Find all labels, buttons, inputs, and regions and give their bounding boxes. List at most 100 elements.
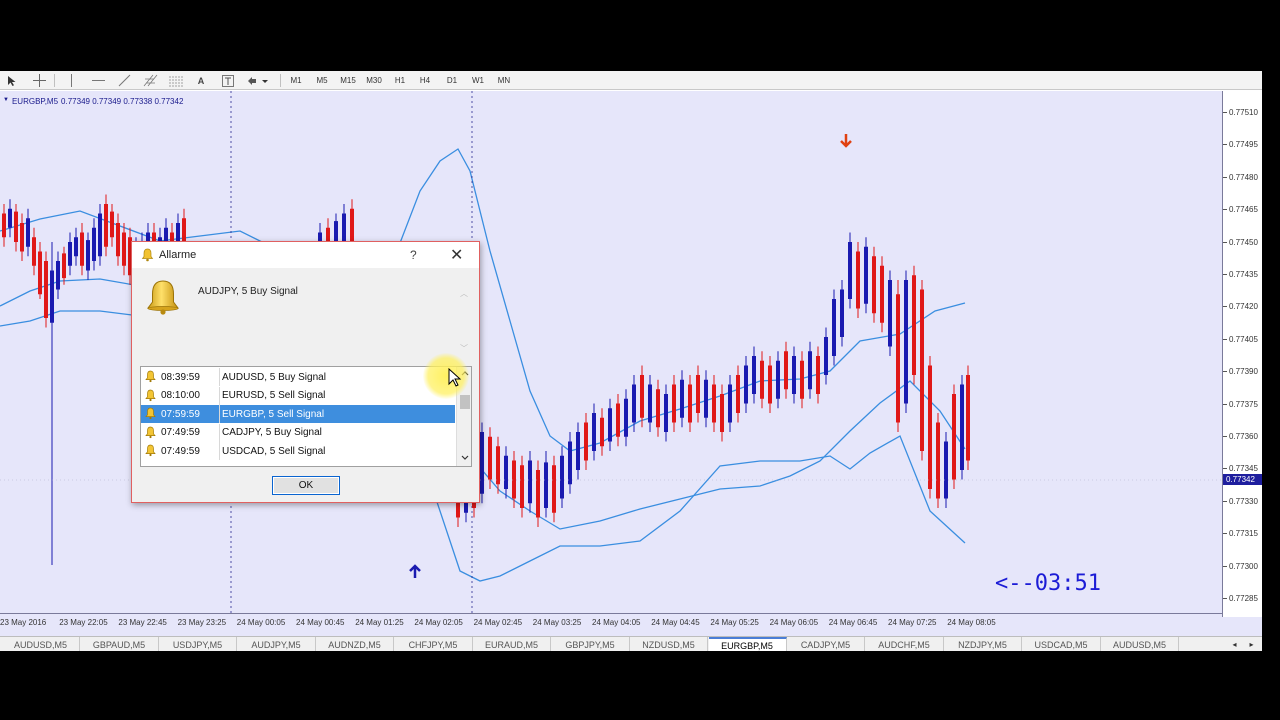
chart-symbol-label: ▼ EURGBP,M5 0.77349 0.77349 0.77338 0.77… <box>3 97 183 106</box>
alert-history-list[interactable]: 08:39:59 AUDUSD, 5 Buy Signal 08:10:00 EURU… <box>140 366 472 467</box>
bell-icon <box>145 370 156 386</box>
alert-text: USDCAD, 5 Sell Signal <box>222 445 326 457</box>
bearish-candle <box>584 413 588 470</box>
price-tick-label: 0.77375 <box>1223 400 1258 409</box>
price-tick-label: 0.77315 <box>1223 529 1258 538</box>
alert-list-row[interactable]: 07:59:59 EURGBP, 5 Sell Signal <box>141 405 455 423</box>
vertical-line-icon[interactable] <box>64 73 78 88</box>
chart-tab[interactable]: EURAUD,M5 <box>473 637 551 651</box>
price-axis[interactable]: 0.77510 0.77495 0.77480 0.77465 0.77450 0.774… <box>1222 91 1262 617</box>
chart-tab[interactable]: AUDUSD,M5 <box>1101 637 1179 651</box>
toolbar-separator <box>280 74 281 87</box>
timeframe-m15-button[interactable]: M15 <box>336 73 360 88</box>
chart-tab[interactable]: AUDJPY,M5 <box>238 637 316 651</box>
timeframe-m1-button[interactable]: M1 <box>286 73 306 88</box>
bearish-candle <box>872 246 876 323</box>
timeframe-h1-button[interactable]: H1 <box>390 73 410 88</box>
bullish-candle <box>26 208 30 257</box>
bullish-candle <box>568 432 572 494</box>
help-button[interactable]: ? <box>410 248 417 262</box>
chart-tab[interactable]: NZDUSD,M5 <box>630 637 708 651</box>
chart-tab[interactable]: CHFJPY,M5 <box>395 637 473 651</box>
buy-signal-arrow-icon <box>409 564 421 578</box>
trendline-icon[interactable] <box>116 73 132 88</box>
chart-tab[interactable]: NZDJPY,M5 <box>944 637 1022 651</box>
ok-button[interactable]: OK <box>272 476 340 495</box>
scroll-down-icon[interactable]: ﹀ <box>460 343 468 354</box>
dialog-title: Allarme <box>159 249 197 261</box>
horizontal-line-icon[interactable] <box>90 73 106 88</box>
chart-tab[interactable]: AUDNZD,M5 <box>316 637 394 651</box>
column-divider <box>219 405 220 423</box>
bearish-candle <box>14 204 18 252</box>
bearish-candle <box>656 379 660 437</box>
collapse-triangle-icon[interactable]: ▼ <box>3 97 9 106</box>
price-tick-label: 0.77390 <box>1223 367 1258 376</box>
bullish-candle <box>86 232 90 280</box>
scroll-thumb[interactable] <box>460 395 470 409</box>
tab-right-icon[interactable]: ▸ <box>1249 640 1253 649</box>
chart-tab[interactable]: USDCAD,M5 <box>1023 637 1101 651</box>
bell-icon <box>141 248 154 262</box>
bullish-candle <box>904 270 908 413</box>
bearish-candle <box>712 375 716 432</box>
bullish-candle <box>480 422 484 504</box>
chart-tabs: AUDUSD,M5 GBPAUD,M5 USDJPY,M5 AUDJPY,M5 AUDN… <box>0 636 1262 651</box>
bullish-candle <box>608 398 612 451</box>
channel-icon[interactable] <box>141 73 159 88</box>
alert-text: EURUSD, 5 Sell Signal <box>222 390 326 401</box>
alert-list-row[interactable]: 07:49:59 USDCAD, 5 Sell Signal <box>141 442 455 460</box>
price-tick-label: 0.77285 <box>1223 594 1258 603</box>
text-icon[interactable]: A <box>194 73 208 88</box>
chart-tab[interactable]: USDJPY,M5 <box>159 637 237 651</box>
bullish-candle <box>792 346 796 404</box>
bearish-candle <box>2 204 6 247</box>
alert-list-row[interactable]: 08:10:00 EURUSD, 5 Sell Signal <box>141 386 455 405</box>
timeframe-w1-button[interactable]: W1 <box>468 73 488 88</box>
bearish-candle <box>912 265 916 385</box>
bullish-candle <box>848 232 852 309</box>
bearish-candle <box>720 384 724 442</box>
tab-scroll-arrows[interactable]: ◂ ▸ <box>1226 637 1260 651</box>
bearish-candle <box>760 351 764 409</box>
bearish-candle <box>32 227 36 276</box>
bullish-candle <box>752 346 756 404</box>
timeframe-m30-button[interactable]: M30 <box>362 73 386 88</box>
message-scrollbar[interactable]: ︿ ﹀ <box>460 288 468 354</box>
bearish-candle <box>784 341 788 399</box>
bearish-candle <box>104 194 108 257</box>
chart-tab[interactable]: GBPJPY,M5 <box>552 637 630 651</box>
bullish-candle <box>8 199 12 238</box>
bearish-candle <box>640 365 644 428</box>
cursor-icon[interactable] <box>5 73 19 88</box>
bearish-candle <box>496 436 500 494</box>
bearish-candle <box>696 365 700 423</box>
timeframe-h4-button[interactable]: H4 <box>415 73 435 88</box>
scroll-up-icon[interactable]: ︿ <box>460 288 468 299</box>
alert-list-row[interactable]: 07:49:59 CADJPY, 5 Buy Signal <box>141 423 455 442</box>
tab-left-icon[interactable]: ◂ <box>1232 640 1236 649</box>
bearish-candle <box>856 242 860 318</box>
chart-tab[interactable]: EURGBP,M5 <box>708 637 787 651</box>
scroll-down-icon[interactable] <box>461 455 469 461</box>
alert-time: 08:39:59 <box>161 371 200 383</box>
arrow-shapes-icon[interactable] <box>246 73 270 88</box>
timeframe-m5-button[interactable]: M5 <box>312 73 332 88</box>
text-label-icon[interactable] <box>220 73 235 88</box>
price-tick-label: 0.77360 <box>1223 432 1258 441</box>
timeframe-mn-button[interactable]: MN <box>493 73 515 88</box>
close-button[interactable]: ✕ <box>450 245 463 265</box>
alert-list-row[interactable]: 08:39:59 AUDUSD, 5 Buy Signal <box>141 368 455 386</box>
column-divider <box>219 368 220 386</box>
dialog-titlebar[interactable]: Allarme ? ✕ <box>132 242 479 268</box>
crosshair-icon[interactable] <box>31 73 47 88</box>
chart-tab[interactable]: AUDUSD,M5 <box>2 637 80 651</box>
chart-tab[interactable]: GBPAUD,M5 <box>81 637 159 651</box>
bearish-candle <box>20 213 24 261</box>
timeframe-d1-button[interactable]: D1 <box>442 73 462 88</box>
bullish-candle <box>680 370 684 428</box>
bullish-candle <box>824 327 828 385</box>
chart-tab[interactable]: AUDCHF,M5 <box>866 637 944 651</box>
chart-tab[interactable]: CADJPY,M5 <box>787 637 865 651</box>
fibonacci-icon[interactable] <box>167 73 185 88</box>
